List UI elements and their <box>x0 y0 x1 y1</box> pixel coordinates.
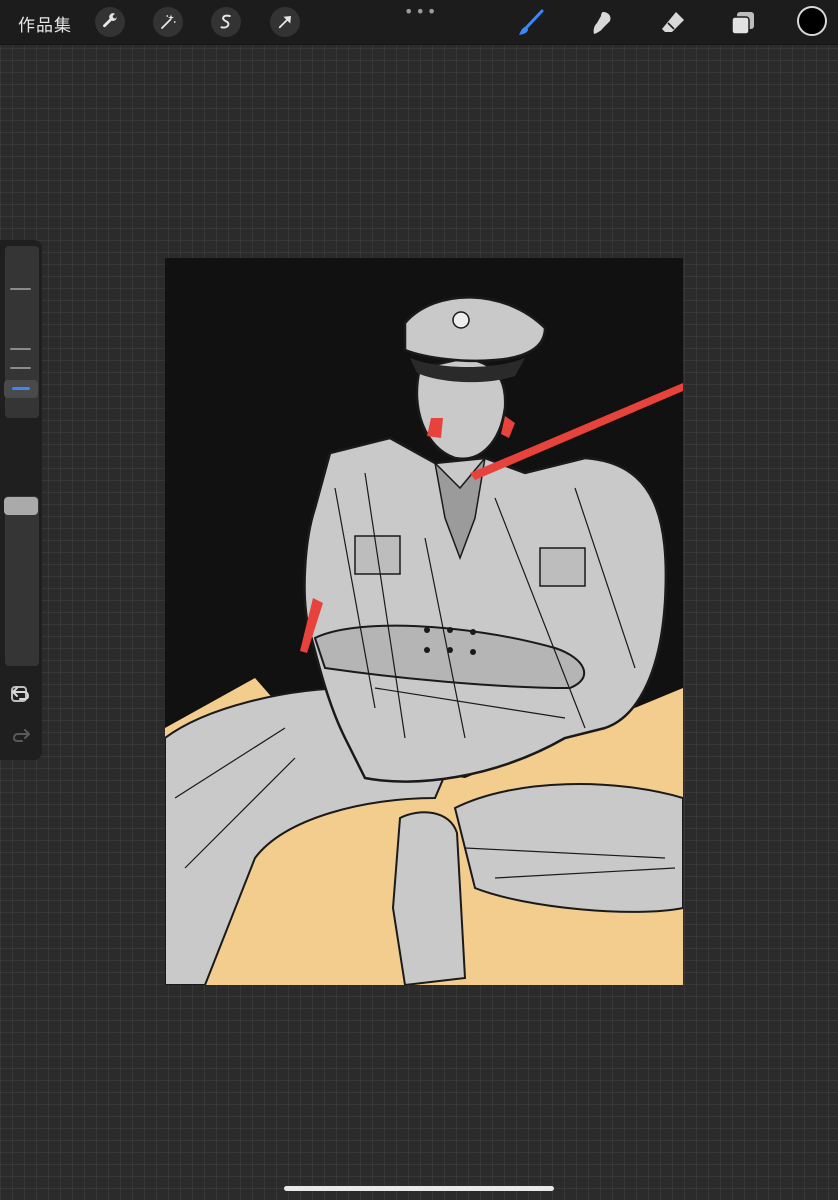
transform-button[interactable] <box>270 7 300 37</box>
opacity-thumb[interactable] <box>4 497 38 515</box>
color-picker-button[interactable] <box>797 6 827 36</box>
brush-tool[interactable] <box>516 8 546 38</box>
adjustments-button[interactable] <box>153 7 183 37</box>
actions-button[interactable] <box>95 7 125 37</box>
artwork <box>165 258 683 985</box>
selection-icon <box>220 14 231 29</box>
smudge-tool[interactable] <box>587 8 617 38</box>
more-options-handle[interactable]: ••• <box>404 2 438 21</box>
size-mark <box>10 348 31 350</box>
brush-size-thumb[interactable] <box>4 380 38 398</box>
redo-button[interactable] <box>10 724 32 746</box>
top-toolbar: 作品集 ••• <box>0 0 838 45</box>
selection-button[interactable] <box>211 7 241 37</box>
smudge-icon <box>593 12 611 34</box>
magic-wand-icon <box>161 14 176 29</box>
layers-icon <box>731 12 754 35</box>
wrench-icon <box>103 13 117 28</box>
redo-arrow-icon <box>12 729 30 742</box>
undo-button[interactable] <box>10 682 32 704</box>
size-mark <box>10 367 31 369</box>
brush-icon <box>519 9 544 35</box>
eraser-tool[interactable] <box>658 8 688 38</box>
drawing-canvas[interactable] <box>165 258 683 985</box>
eraser-icon <box>662 12 684 32</box>
gallery-button[interactable]: 作品集 <box>18 11 72 36</box>
transform-arrow-icon <box>278 16 291 29</box>
opacity-slider[interactable] <box>5 496 39 666</box>
undo-arrow-icon <box>12 687 30 700</box>
layers-tool[interactable] <box>728 8 758 38</box>
home-indicator[interactable] <box>284 1186 554 1191</box>
size-mark <box>10 288 31 290</box>
